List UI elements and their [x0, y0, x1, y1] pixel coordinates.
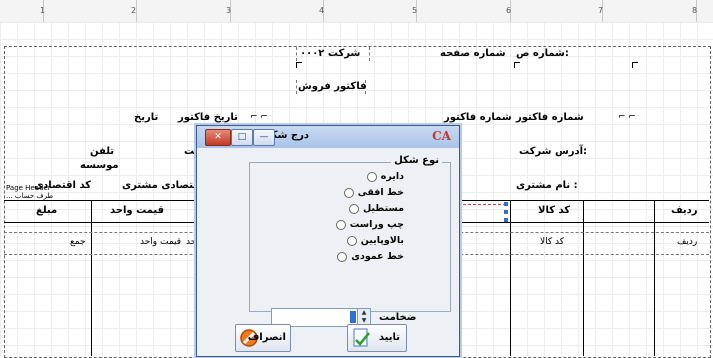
horizontal-ruler: 1 2 3 4 5 6 7 8: [0, 0, 713, 23]
invoice-title[interactable]: فاکتور فروش: [298, 81, 367, 92]
field-corner-marker: [632, 62, 638, 68]
ruler-number: 6: [506, 6, 512, 15]
thickness-label: ضخامت: [379, 312, 417, 323]
phone-label[interactable]: تلفن: [90, 146, 114, 157]
option-label: چپ وراست: [349, 219, 404, 230]
detail-unit-price[interactable]: قیمت واحد: [140, 237, 181, 247]
column-divider: [510, 200, 511, 356]
ruler-number: 8: [692, 6, 698, 15]
dialog-title-bar[interactable]: CA درج شکل هندسی ✕ □ —: [197, 126, 459, 148]
ruler-number: 4: [319, 6, 325, 15]
field-separator: ⌐ ⌐: [250, 112, 268, 122]
column-header-unit-price[interactable]: قیمت واحد: [110, 205, 164, 216]
shape-type-group: نوع شکل دایره خط افقی مستطیل چپ وراست با…: [249, 155, 451, 312]
close-button[interactable]: ✕: [205, 129, 231, 146]
detail-row[interactable]: ردیف: [677, 237, 697, 247]
radio-icon[interactable]: [366, 171, 377, 182]
confirm-label: تایید: [378, 332, 400, 343]
ruler-number: 1: [40, 6, 46, 15]
option-label: بالاوپایین: [360, 235, 404, 246]
cancel-label: انصراف: [247, 332, 286, 343]
option-rectangle[interactable]: مستطیل: [348, 203, 404, 214]
option-label: خط عمودی: [351, 251, 404, 262]
selection-handle[interactable]: [504, 210, 508, 214]
option-circle[interactable]: دایره: [366, 171, 404, 182]
field-corner-marker: [296, 62, 302, 68]
selected-field-outline[interactable]: [458, 204, 506, 205]
app-logo-icon: CA: [432, 129, 451, 143]
confirm-icon: [353, 328, 370, 347]
column-divider: [91, 200, 92, 356]
radio-icon[interactable]: [346, 235, 357, 246]
company-address-label[interactable]: :آدرس شرکت: [519, 146, 587, 157]
invoice-date-label[interactable]: تاریخ فاکتور: [178, 112, 238, 123]
page-number-value[interactable]: :شماره ص: [516, 48, 569, 59]
option-up-down[interactable]: بالاوپایین: [346, 235, 404, 246]
page-number-label[interactable]: شماره صفحه: [440, 48, 506, 59]
option-left-right[interactable]: چپ وراست: [335, 219, 404, 230]
selection-handle[interactable]: [504, 202, 508, 206]
company-name[interactable]: شرکت ۰۰۰۲: [300, 48, 360, 59]
customer-economic-code-label[interactable]: اقتصادی مشتری: [122, 180, 203, 191]
ruler-number: 7: [598, 6, 604, 15]
option-label: مستطیل: [362, 203, 404, 214]
column-divider: [583, 200, 584, 356]
minimize-button[interactable]: —: [253, 129, 275, 146]
account-id-fragment: طرف حساب ...: [6, 192, 54, 200]
cancel-button[interactable]: انصراف: [235, 324, 291, 352]
radio-icon[interactable]: [343, 187, 354, 198]
invoice-number-value[interactable]: شماره فاکتور: [444, 112, 512, 123]
field-separator: ⌐ ⌐: [618, 112, 636, 122]
customer-name-label[interactable]: : نام مشتری: [516, 180, 578, 191]
ruler-number: 5: [412, 6, 418, 15]
detail-total[interactable]: جمع: [70, 237, 86, 247]
economic-code-label[interactable]: کد اقتصادی: [34, 180, 91, 191]
radio-icon[interactable]: [348, 203, 359, 214]
confirm-button[interactable]: تایید: [347, 324, 407, 352]
column-header-code[interactable]: کد کالا: [538, 205, 570, 216]
radio-icon[interactable]: [335, 219, 346, 230]
field-corner-marker: [514, 62, 520, 68]
selection-handle[interactable]: [504, 218, 508, 222]
ruler-tick: [136, 0, 137, 22]
text-cursor: [350, 311, 356, 323]
institution-label[interactable]: موسسه: [80, 160, 119, 171]
ruler-number: 2: [131, 6, 137, 15]
detail-code[interactable]: کد کالا: [540, 237, 564, 247]
dialog-body: نوع شکل دایره خط افقی مستطیل چپ وراست با…: [197, 148, 459, 356]
column-header-amount[interactable]: مبلغ: [36, 205, 57, 216]
option-horizontal-line[interactable]: خط افقی: [343, 187, 404, 198]
radio-icon[interactable]: [337, 251, 348, 262]
invoice-number-label[interactable]: شماره فاکتور: [516, 112, 584, 123]
column-divider: [654, 200, 655, 356]
option-vertical-line[interactable]: خط عمودی: [337, 251, 404, 262]
shape-type-label: نوع شکل: [391, 155, 442, 166]
maximize-button[interactable]: □: [231, 129, 253, 146]
invoice-date-value[interactable]: تاریخ: [134, 112, 158, 123]
option-label: خط افقی: [357, 187, 404, 198]
option-label: دایره: [380, 171, 404, 182]
insert-shape-dialog[interactable]: CA درج شکل هندسی ✕ □ — نوع شکل دایره خط …: [196, 125, 460, 357]
ruler-number: 3: [226, 6, 232, 15]
detail-unit-fragment[interactable]: حد: [186, 237, 196, 247]
column-header-row[interactable]: ردیف: [671, 205, 698, 216]
